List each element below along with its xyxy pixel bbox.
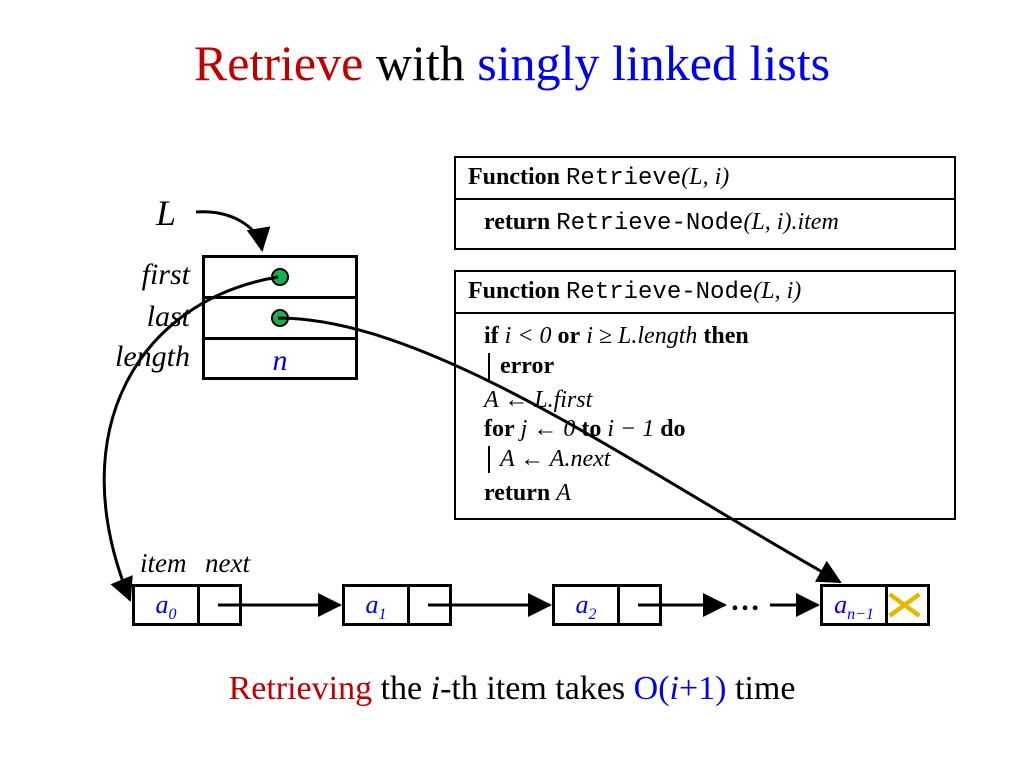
null-cross-icon	[882, 587, 927, 623]
title-part-with: with	[363, 35, 477, 91]
fn-name-retrieve-node: Retrieve-Node	[566, 279, 753, 306]
stmt-error: error	[500, 353, 554, 379]
list-node-2: a2	[552, 584, 662, 626]
record-row-first	[205, 258, 355, 299]
list-node-1: a1	[342, 584, 452, 626]
for-init: j ← 0	[521, 416, 576, 442]
stmt-a-next: A ← A.next	[500, 446, 610, 472]
kw-do: do	[660, 416, 685, 442]
pointer-dot-first	[271, 268, 289, 286]
cond-i-lt-0: i < 0	[505, 323, 552, 349]
summary-takes: -th item takes	[440, 670, 634, 707]
summary-bigO: O(i+1)	[634, 670, 727, 707]
kw-return: return	[484, 209, 550, 235]
title-part-retrieve: Retrieve	[194, 35, 363, 91]
stmt-a-first: A ← L.first	[484, 387, 592, 413]
node-field-label-next: next	[205, 548, 250, 579]
slide-title: Retrieve with singly linked lists	[0, 34, 1024, 92]
title-part-sll: singly linked lists	[477, 35, 830, 91]
node-1-item: a1	[345, 587, 410, 623]
call-args: (L, i)	[743, 209, 791, 235]
node-2-item: a2	[555, 587, 620, 623]
node-1-next	[404, 587, 449, 623]
node-0-next	[194, 587, 239, 623]
kw-for: for	[484, 416, 515, 442]
fn-name-retrieve: Retrieve	[566, 165, 681, 192]
kw-then: then	[703, 323, 748, 349]
pointer-dot-last	[271, 309, 289, 327]
node-2-next	[614, 587, 659, 623]
record-length-value: n	[205, 344, 355, 378]
function-header-retrieve: Function Retrieve(L, i)	[456, 158, 954, 200]
record-row-last	[205, 299, 355, 340]
function-body-retrieve-node: if i < 0 or i ≥ L.length then error A ← …	[456, 314, 954, 518]
list-node-last: an−1	[820, 584, 930, 626]
node-0-item: a0	[135, 587, 200, 623]
kw-function2: Function	[468, 278, 560, 304]
node-field-label-item: item	[140, 548, 187, 579]
kw-to: to	[581, 416, 601, 442]
kw-function: Function	[468, 164, 560, 190]
function-header-retrieve-node: Function Retrieve-Node(L, i)	[456, 272, 954, 314]
fn-args-retrieve: (L, i)	[681, 164, 729, 190]
summary-retrieving: Retrieving	[229, 670, 373, 707]
summary-time: time	[727, 670, 796, 707]
kw-if: if	[484, 323, 499, 349]
function-box-retrieve-node: Function Retrieve-Node(L, i) if i < 0 or…	[454, 270, 956, 520]
node-last-next-null	[882, 587, 927, 623]
complexity-summary: Retrieving the i-th item takes O(i+1) ti…	[0, 670, 1024, 708]
ellipsis: …	[730, 584, 760, 618]
slide-root: Retrieve with singly linked lists L n fi…	[0, 0, 1024, 768]
field-item: .item	[791, 209, 838, 235]
cond-i-ge-len: i ≥ L.length	[586, 323, 697, 349]
record-label-length: length	[90, 340, 190, 374]
node-last-item: an−1	[823, 587, 888, 623]
list-handle-label: L	[156, 192, 176, 234]
summary-i: i	[431, 670, 440, 707]
function-box-retrieve: Function Retrieve(L, i) return Retrieve-…	[454, 156, 956, 250]
record-label-last: last	[110, 300, 190, 334]
return-A: A	[556, 480, 571, 506]
list-record-box: n	[202, 255, 358, 380]
fn-args-retrieve-node: (L, i)	[753, 278, 801, 304]
kw-or: or	[558, 323, 581, 349]
record-row-length: n	[205, 340, 355, 381]
for-end: i − 1	[607, 416, 654, 442]
call-retrieve-node: Retrieve-Node	[556, 210, 743, 237]
record-label-first: first	[110, 258, 190, 292]
kw-return2: return	[484, 480, 550, 506]
summary-the: the	[372, 670, 431, 707]
function-body-retrieve: return Retrieve-Node(L, i).item	[456, 200, 954, 248]
list-node-0: a0	[132, 584, 242, 626]
